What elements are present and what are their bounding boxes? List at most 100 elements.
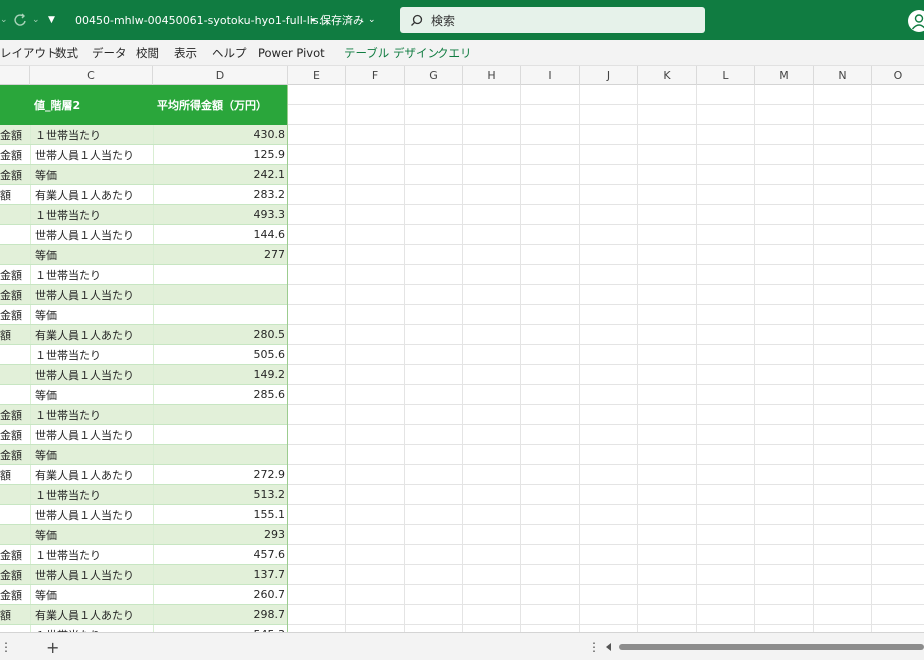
table-cell-b[interactable]: 金額 <box>0 585 30 604</box>
table-cell-b[interactable]: 金額 <box>0 425 30 444</box>
column-header-g[interactable]: G <box>405 66 463 85</box>
table-cell-d[interactable]: 283.2 <box>153 185 288 204</box>
table-cell-d[interactable] <box>153 405 288 424</box>
sheet-nav-icon[interactable]: ⋮ <box>0 633 12 660</box>
column-header-m[interactable]: M <box>755 66 814 85</box>
table-cell-c[interactable]: １世帯当たり <box>30 345 153 364</box>
scrollbar-thumb[interactable] <box>619 644 924 650</box>
table-cell-b[interactable]: 額 <box>0 465 30 484</box>
more-options-icon[interactable]: ⋮ <box>588 633 600 660</box>
table-cell-d[interactable]: 149.2 <box>153 365 288 384</box>
column-header-l[interactable]: L <box>697 66 755 85</box>
column-header-f[interactable]: F <box>346 66 405 85</box>
column-header-n[interactable]: N <box>814 66 872 85</box>
table-cell-b[interactable] <box>0 205 30 224</box>
empty-cells[interactable] <box>288 85 924 632</box>
tab-data[interactable]: データ <box>92 40 127 66</box>
table-cell-c[interactable]: １世帯当たり <box>30 405 153 424</box>
table-cell-d[interactable] <box>153 285 288 304</box>
scroll-left-icon[interactable] <box>605 643 613 651</box>
table-cell-d[interactable]: 505.6 <box>153 345 288 364</box>
tab-query[interactable]: クエリ <box>437 40 472 66</box>
table-cell-d[interactable]: 272.9 <box>153 465 288 484</box>
add-sheet-button[interactable]: + <box>46 633 59 660</box>
table-cell-d[interactable]: 298.7 <box>153 605 288 624</box>
table-cell-d[interactable]: 457.6 <box>153 545 288 564</box>
tab-review[interactable]: 校閲 <box>136 40 159 66</box>
column-header-j[interactable]: J <box>580 66 638 85</box>
table-cell-d[interactable] <box>153 305 288 324</box>
table-cell-c[interactable]: 等価 <box>30 245 153 264</box>
table-cell-d[interactable]: 493.3 <box>153 205 288 224</box>
column-header-e[interactable]: E <box>288 66 346 85</box>
table-cell-c[interactable]: 有業人員１人あたり <box>30 325 153 344</box>
table-cell-d[interactable]: 144.6 <box>153 225 288 244</box>
table-cell-c[interactable]: 等価 <box>30 165 153 184</box>
table-cell-c[interactable]: １世帯当たり <box>30 545 153 564</box>
column-header-o[interactable]: O <box>872 66 924 85</box>
table-cell-c[interactable]: 世帯人員１人当たり <box>30 365 153 384</box>
table-cell-d[interactable] <box>153 425 288 444</box>
table-cell-b[interactable] <box>0 225 30 244</box>
table-cell-b[interactable]: 金額 <box>0 305 30 324</box>
table-cell-c[interactable]: １世帯当たり <box>30 125 153 144</box>
table-cell-d[interactable]: 293 <box>153 525 288 544</box>
worksheet-grid[interactable]: 値_階層2 平均所得金額（万円） 金額 １世帯当たり 430.8 金額 世帯人員１人当た… <box>0 85 924 632</box>
customize-toolbar-icon[interactable]: ▼ <box>48 0 55 40</box>
table-cell-c[interactable]: 有業人員１人あたり <box>30 465 153 484</box>
file-name[interactable]: 00450-mhlw-00450061-syotoku-hyo1-full-li… <box>75 0 330 40</box>
table-cell-c[interactable]: 世帯人員１人当たり <box>30 285 153 304</box>
table-cell-b[interactable]: 金額 <box>0 265 30 284</box>
column-header-c[interactable]: C <box>30 66 153 85</box>
table-cell-d[interactable]: 285.6 <box>153 385 288 404</box>
table-cell-c[interactable]: １世帯当たり <box>30 625 153 632</box>
table-cell-c[interactable]: 有業人員１人あたり <box>30 185 153 204</box>
table-cell-d[interactable]: 137.7 <box>153 565 288 584</box>
header-value-level2[interactable]: 値_階層2 <box>34 85 80 125</box>
column-header-h[interactable]: H <box>463 66 521 85</box>
column-header-i[interactable]: I <box>521 66 580 85</box>
table-cell-c[interactable]: 等価 <box>30 305 153 324</box>
table-cell-b[interactable] <box>0 345 30 364</box>
table-cell-c[interactable]: 等価 <box>30 525 153 544</box>
table-cell-d[interactable]: 260.7 <box>153 585 288 604</box>
table-cell-b[interactable]: 金額 <box>0 125 30 144</box>
undo-dropdown-icon[interactable]: ⌄ <box>0 0 8 40</box>
table-cell-d[interactable]: 545.3 <box>153 625 288 632</box>
table-cell-c[interactable]: 等価 <box>30 445 153 464</box>
table-cell-d[interactable]: 430.8 <box>153 125 288 144</box>
column-header-d[interactable]: D <box>153 66 288 85</box>
table-cell-b[interactable]: 額 <box>0 325 30 344</box>
table-cell-b[interactable] <box>0 485 30 504</box>
table-cell-d[interactable]: 125.9 <box>153 145 288 164</box>
tab-power-pivot[interactable]: Power Pivot <box>258 40 325 66</box>
tab-table-design[interactable]: テーブル デザイン <box>344 40 439 66</box>
table-cell-d[interactable]: 280.5 <box>153 325 288 344</box>
table-cell-b[interactable]: 金額 <box>0 545 30 564</box>
table-cell-b[interactable] <box>0 525 30 544</box>
table-cell-b[interactable]: 額 <box>0 185 30 204</box>
table-cell-d[interactable]: 513.2 <box>153 485 288 504</box>
account-avatar[interactable] <box>908 10 924 32</box>
tab-formulas[interactable]: 数式 <box>55 40 78 66</box>
redo-icon[interactable] <box>14 0 28 40</box>
table-cell-b[interactable] <box>0 625 30 632</box>
table-cell-d[interactable] <box>153 445 288 464</box>
save-status[interactable]: • 保存済み ⌄ <box>310 0 376 40</box>
table-cell-c[interactable]: 有業人員１人あたり <box>30 605 153 624</box>
table-cell-d[interactable]: 242.1 <box>153 165 288 184</box>
table-cell-b[interactable]: 金額 <box>0 565 30 584</box>
tab-page-layout[interactable]: レイアウト <box>0 40 58 66</box>
table-cell-c[interactable]: 世帯人員１人当たり <box>30 565 153 584</box>
tab-help[interactable]: ヘルプ <box>212 40 247 66</box>
table-cell-b[interactable]: 金額 <box>0 445 30 464</box>
table-cell-c[interactable]: 世帯人員１人当たり <box>30 505 153 524</box>
table-cell-b[interactable]: 金額 <box>0 285 30 304</box>
table-cell-c[interactable]: １世帯当たり <box>30 485 153 504</box>
table-cell-c[interactable]: 世帯人員１人当たり <box>30 425 153 444</box>
table-cell-d[interactable] <box>153 265 288 284</box>
table-cell-d[interactable]: 155.1 <box>153 505 288 524</box>
tab-view[interactable]: 表示 <box>174 40 197 66</box>
header-average-income[interactable]: 平均所得金額（万円） <box>157 85 267 125</box>
table-cell-b[interactable] <box>0 245 30 264</box>
